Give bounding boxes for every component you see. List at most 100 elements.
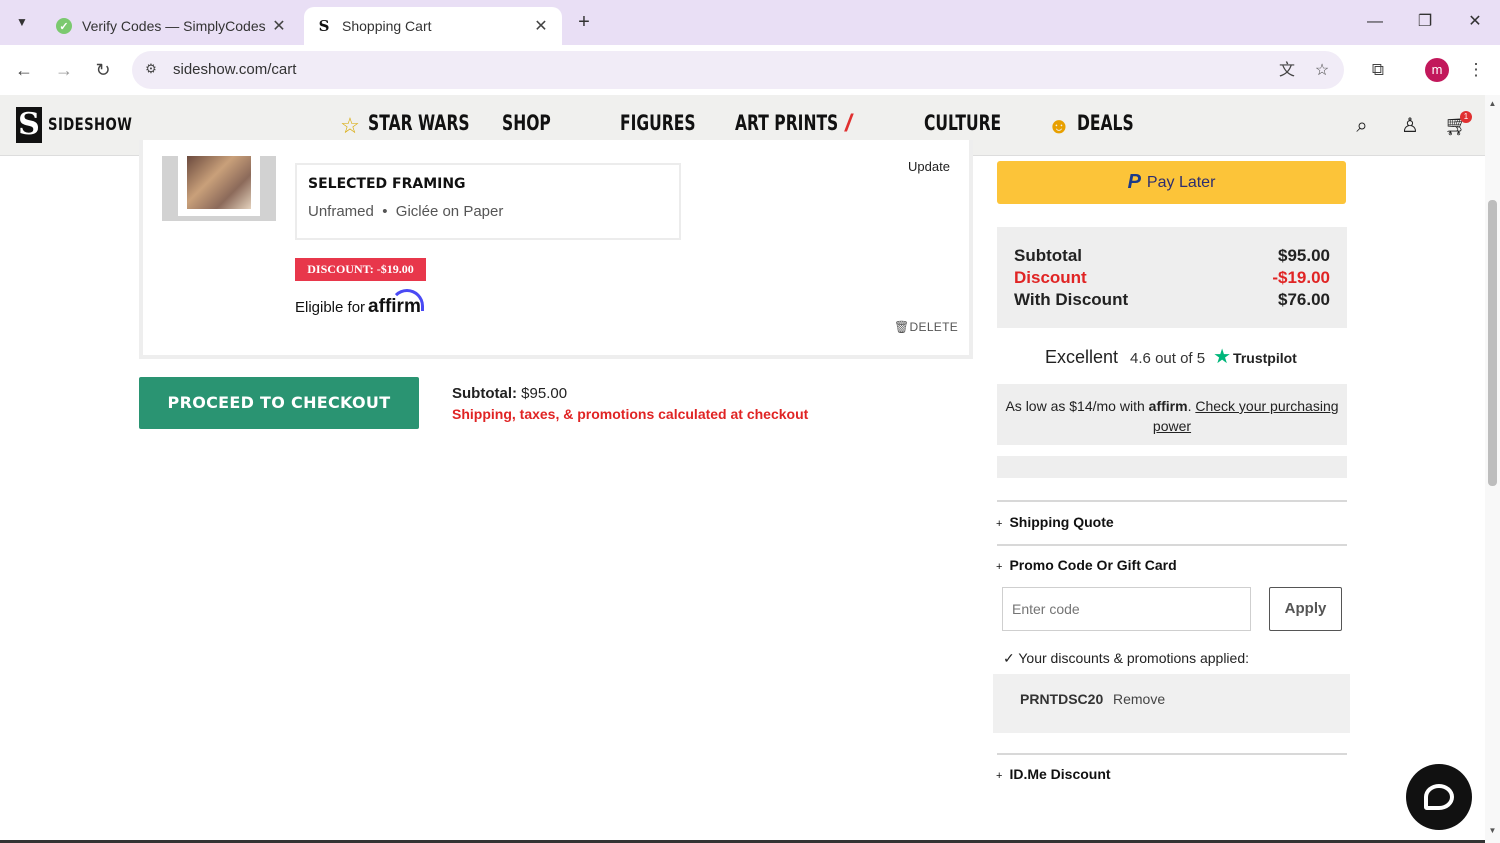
applied-promo-code: PRNTDSC20 (1020, 691, 1104, 707)
summary-row-discount: Discount -$19.00 (1014, 268, 1330, 288)
placeholder-bar (997, 456, 1347, 478)
summary-value: -$19.00 (1272, 268, 1330, 287)
nav-deals[interactable]: DEALS (1077, 111, 1134, 135)
trustpilot-score: 4.6 out of 5 (1130, 350, 1206, 367)
site-settings-icon[interactable]: ⚙ (142, 61, 160, 79)
close-icon[interactable]: ✕ (270, 16, 288, 36)
nav-star-wars[interactable]: STAR WARS (368, 111, 470, 135)
url-text[interactable]: sideshow.com/cart (173, 61, 296, 78)
idme-discount-label: ID.Me Discount (1009, 766, 1111, 782)
divider (997, 753, 1347, 755)
search-icon[interactable]: ⌕ (1350, 114, 1374, 138)
forward-arrow-icon[interactable]: → (52, 58, 76, 82)
subtotal-value: $95.00 (521, 385, 568, 402)
promo-code-input[interactable] (1002, 587, 1251, 631)
summary-value: $76.00 (1278, 290, 1330, 309)
framing-description: Unframed • Giclée on Paper (308, 203, 504, 220)
applied-note-text: Your discounts & promotions applied: (1018, 650, 1249, 666)
proceed-to-checkout-button[interactable]: PROCEED TO CHECKOUT (139, 377, 419, 429)
tab-title: Verify Codes — SimplyCodes (82, 18, 266, 34)
trustpilot-brand: Trustpilot (1233, 350, 1297, 366)
nav-figures[interactable]: FIGURES (620, 111, 696, 135)
shipping-quote-toggle[interactable]: + Shipping Quote (996, 514, 1114, 530)
nav-culture[interactable]: CULTURE (924, 111, 1001, 135)
translate-icon[interactable]: 文 (1276, 60, 1298, 82)
selected-framing-box (295, 163, 681, 240)
logo-mark: S (16, 107, 42, 143)
tab-simplycodes[interactable]: ✓ Verify Codes — SimplyCodes ✕ (44, 7, 300, 45)
delete-label: DELETE (909, 320, 959, 334)
menu-kebab-icon[interactable]: ⋮ (1463, 57, 1489, 83)
browser-toolbar: ← → ↻ ⚙ sideshow.com/cart 文 ☆ ⧉ m ⋮ (0, 45, 1500, 95)
pay-later-label: Pay Later (1146, 173, 1216, 191)
new-tab-plus-icon[interactable]: + (572, 10, 596, 34)
shipping-quote-label: Shipping Quote (1009, 514, 1114, 530)
heart-eyes-emoji-icon: ☻ (1047, 113, 1071, 138)
account-icon[interactable]: ♙ (1398, 114, 1422, 138)
nav-slash-divider: / (845, 110, 852, 137)
plus-icon: + (996, 561, 1003, 573)
idme-discount-toggle[interactable]: + ID.Me Discount (996, 766, 1111, 782)
subtotal-label: Subtotal: (452, 385, 517, 402)
eligible-text: Eligible for (295, 299, 366, 316)
star-icon: ☆ (340, 113, 360, 138)
discount-badge: DISCOUNT: -$19.00 (295, 258, 426, 281)
affirm-logo: affirm (1148, 398, 1188, 414)
scroll-down-arrow-icon[interactable]: ▼ (1488, 826, 1497, 835)
back-arrow-icon[interactable]: ← (12, 58, 36, 82)
remove-promo-button[interactable]: Remove (1113, 691, 1165, 707)
cart-count-badge: 1 (1460, 111, 1472, 123)
tab-title: Shopping Cart (342, 18, 432, 34)
plus-icon: + (996, 770, 1003, 782)
trustpilot-rating-word: Excellent (1045, 347, 1119, 367)
summary-row-with-discount: With Discount $76.00 (1014, 290, 1330, 310)
window-close-icon[interactable]: ✕ (1460, 8, 1490, 36)
update-link[interactable]: Update (908, 159, 950, 174)
minimize-icon[interactable]: — (1360, 8, 1390, 36)
close-icon[interactable]: ✕ (532, 16, 550, 36)
framing-title: SELECTED FRAMING (308, 176, 466, 192)
summary-label: Subtotal (1014, 246, 1082, 265)
trash-icon: 🗑︎ (894, 320, 910, 334)
tab-search-chevron-icon[interactable]: ▼ (8, 8, 36, 36)
summary-row-subtotal: Subtotal $95.00 (1014, 246, 1330, 266)
promo-code-label: Promo Code Or Gift Card (1009, 557, 1177, 573)
bookmark-star-icon[interactable]: ☆ (1311, 60, 1333, 82)
affirm-eligibility: Eligible for affirm (295, 289, 425, 318)
address-bar[interactable]: ⚙ sideshow.com/cart 文 ☆ (132, 51, 1344, 89)
promo-code-toggle[interactable]: + Promo Code Or Gift Card (996, 557, 1177, 573)
divider (997, 500, 1347, 502)
sideshow-icon: S (318, 17, 330, 35)
profile-avatar[interactable]: m (1425, 58, 1449, 82)
sideshow-logo[interactable]: S SIDESHOW (16, 107, 156, 143)
nav-shop[interactable]: SHOP (502, 111, 551, 135)
restore-icon[interactable]: ❐ (1410, 8, 1440, 36)
apply-button[interactable]: Apply (1269, 587, 1342, 631)
nav-art-prints[interactable]: ART PRINTS (735, 111, 838, 135)
plus-icon: + (996, 518, 1003, 530)
divider (997, 544, 1347, 546)
paypal-icon: P (1127, 171, 1141, 193)
affirm-prefix: As low as $14/mo with (1005, 398, 1145, 414)
summary-label: Discount (1014, 268, 1087, 287)
summary-label: With Discount (1014, 290, 1129, 309)
chat-bubble-icon (1424, 784, 1454, 810)
trustpilot-widget[interactable]: Excellent 4.6 out of 5 ★ Trustpilot (1045, 344, 1297, 369)
delete-button[interactable]: 🗑︎DELETE (894, 320, 958, 334)
scrollbar-thumb[interactable] (1488, 200, 1497, 486)
paypal-pay-later-button[interactable]: P Pay Later (997, 161, 1346, 204)
browser-tab-bar: ▼ ✓ Verify Codes — SimplyCodes ✕ S Shopp… (0, 0, 1500, 45)
tab-shopping-cart[interactable]: S Shopping Cart ✕ (304, 7, 562, 45)
simplycodes-icon: ✓ (56, 18, 72, 34)
affirm-logo: affirm (368, 289, 425, 318)
extensions-icon[interactable]: ⧉ (1365, 57, 1391, 83)
reload-icon[interactable]: ↻ (91, 58, 115, 82)
checkmark-icon: ✓ (1003, 650, 1015, 666)
trustpilot-star-icon: ★ (1213, 346, 1232, 368)
scroll-up-arrow-icon[interactable]: ▲ (1488, 99, 1497, 108)
checkout-subtotal: Subtotal: $95.00 (452, 385, 567, 402)
logo-text: SIDESHOW (48, 115, 133, 135)
product-thumbnail-image[interactable] (187, 156, 251, 209)
shipping-note: Shipping, taxes, & promotions calculated… (452, 406, 809, 422)
chat-widget-button[interactable] (1406, 764, 1472, 830)
